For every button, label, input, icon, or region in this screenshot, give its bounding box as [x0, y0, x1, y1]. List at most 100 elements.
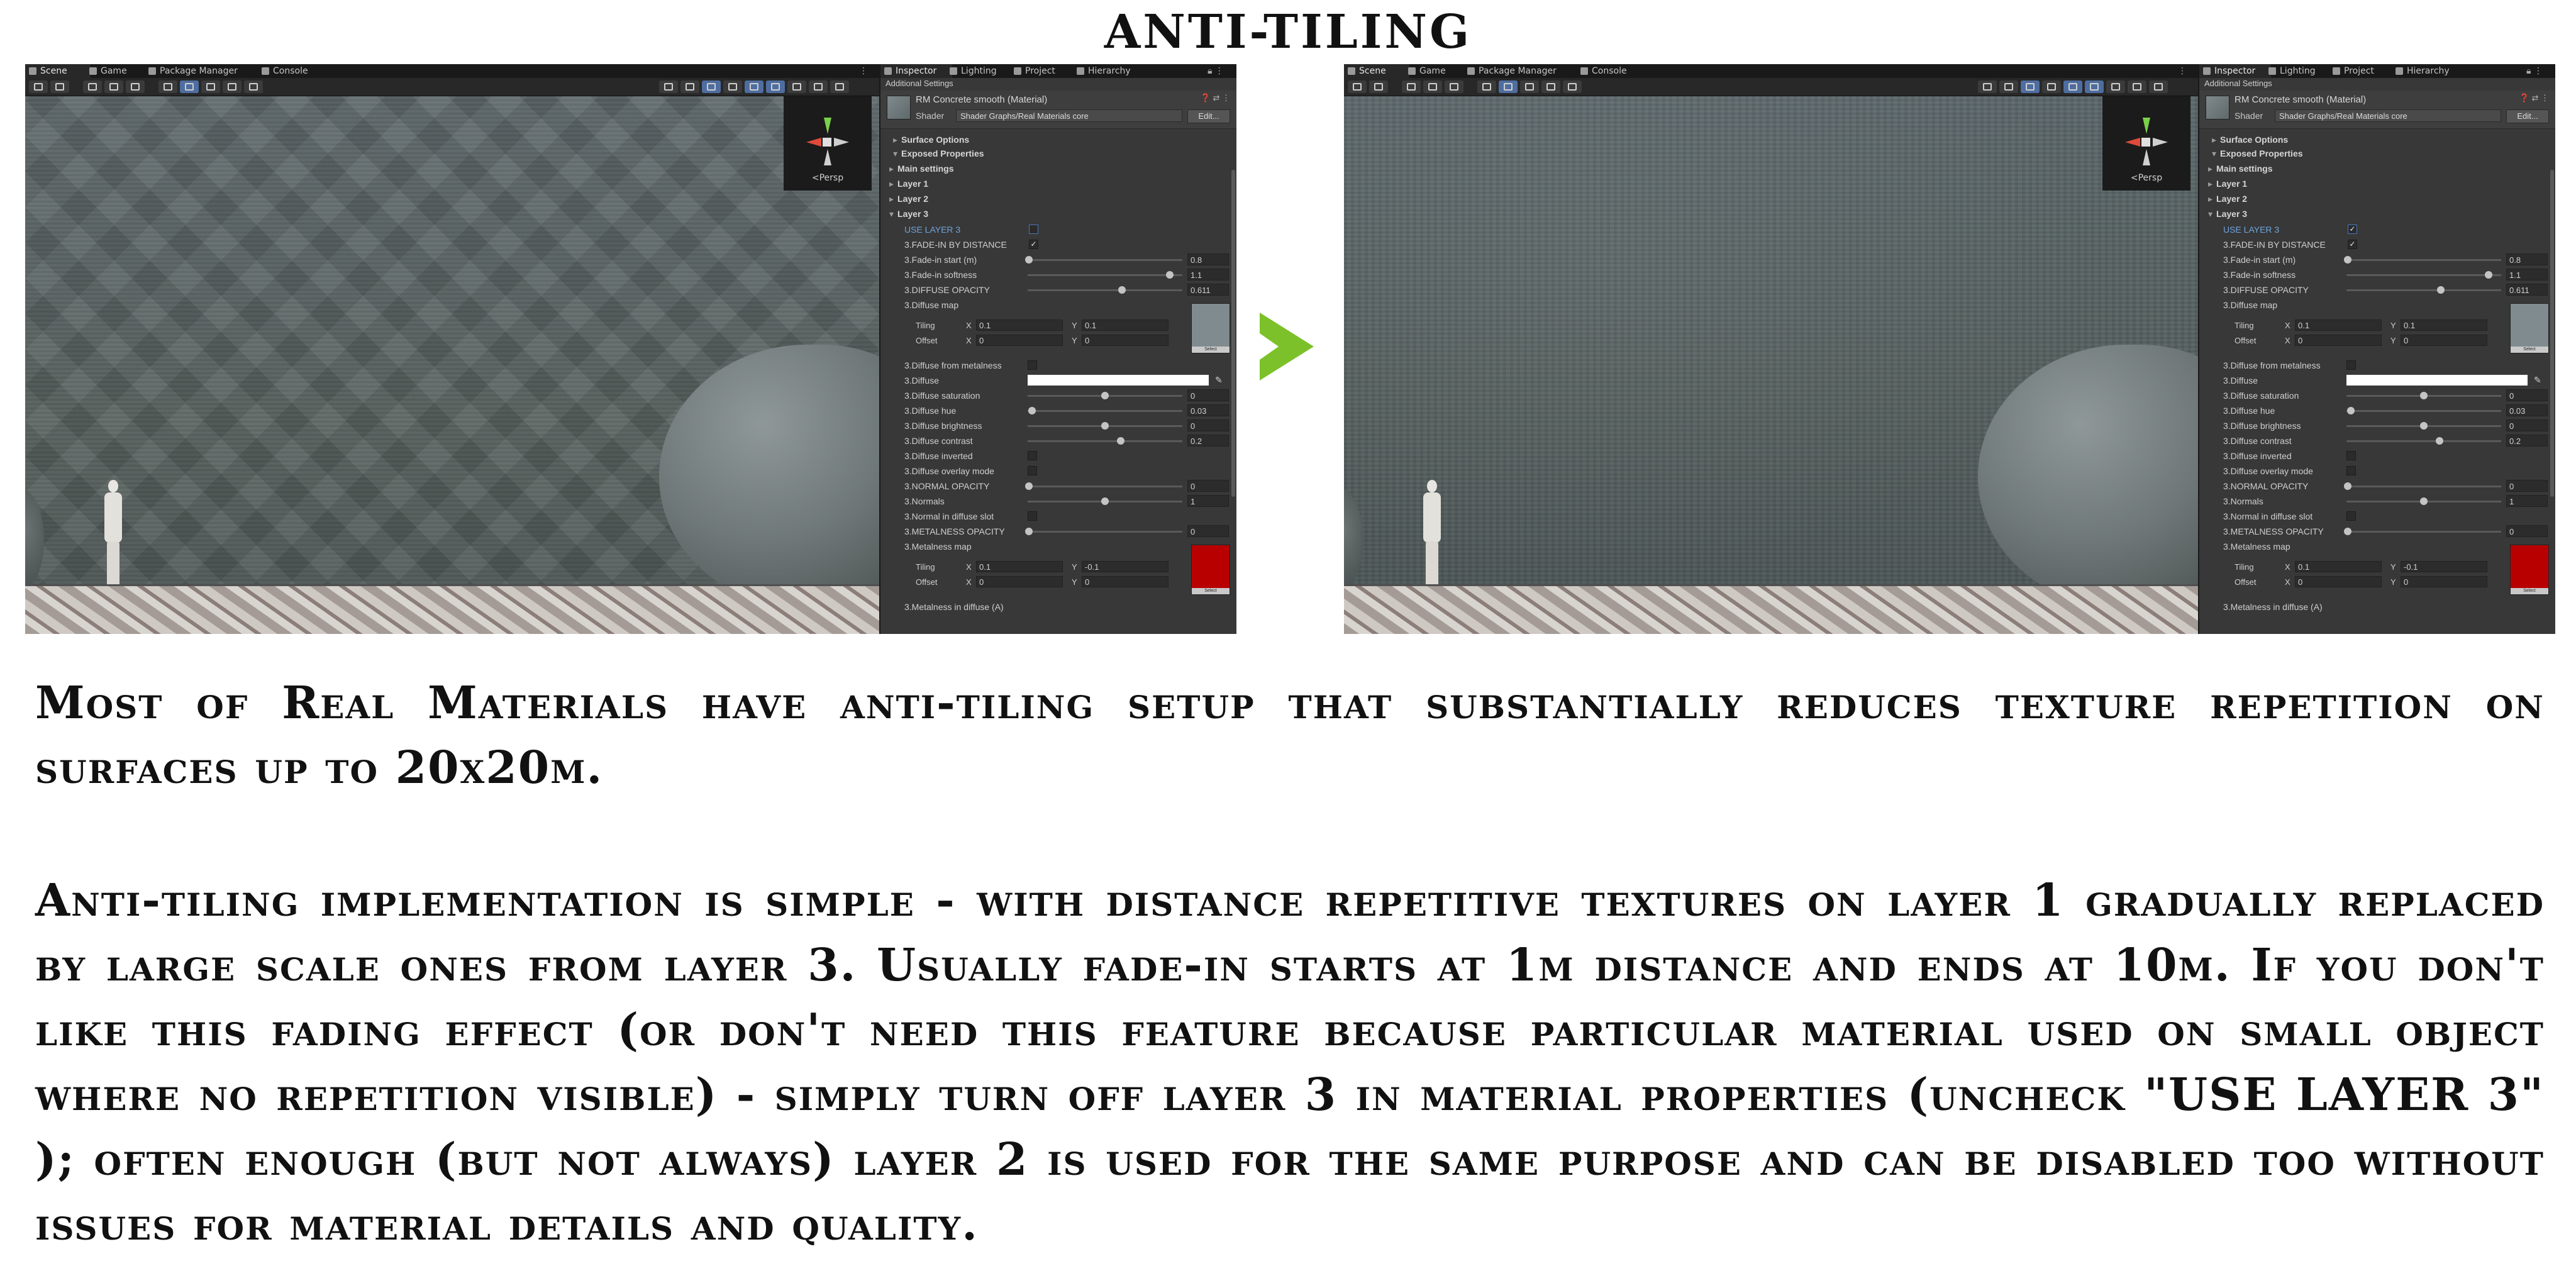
hidden-objects-icon[interactable] [766, 80, 785, 93]
audio-toggle-icon[interactable] [2042, 80, 2061, 93]
diffuse-brightness-field[interactable]: 0 [2506, 419, 2548, 431]
offset-y-field[interactable]: 0 [2401, 335, 2487, 346]
normal-opacity-slider[interactable] [1025, 482, 1182, 490]
tab-project[interactable]: Project [2329, 64, 2374, 78]
group-layer2[interactable]: Layer 2 [2208, 194, 2247, 204]
audio-toggle-icon[interactable] [723, 80, 742, 93]
metal-offset-y-field[interactable]: 0 [1082, 576, 1169, 587]
group-exposed-properties[interactable]: Exposed Properties [893, 148, 984, 159]
hand-tool-icon[interactable] [1477, 80, 1496, 93]
eyedropper-icon[interactable]: ✎ [1215, 375, 1223, 386]
inspector-scrollbar[interactable] [2550, 170, 2554, 497]
shading-mode-icon[interactable] [1978, 80, 1997, 93]
x-axis-icon[interactable] [2125, 138, 2140, 147]
scene-viewport[interactable]: <Persp [1344, 96, 2198, 634]
diffuse-hue-slider[interactable] [2346, 407, 2501, 414]
fade-softness-slider[interactable] [2346, 271, 2501, 279]
diffuse-overlay-checkbox[interactable] [2346, 466, 2356, 475]
group-surface-options[interactable]: Surface Options [2212, 135, 2288, 145]
fade-softness-slider[interactable] [1028, 271, 1182, 279]
fade-start-slider[interactable] [1025, 256, 1182, 264]
normals-field[interactable]: 1 [1187, 495, 1229, 507]
metalness-opacity-field[interactable]: 0 [2506, 525, 2548, 537]
diffuse-brightness-slider[interactable] [1028, 422, 1182, 430]
lighting-toggle-icon[interactable] [2021, 80, 2040, 93]
fade-start-field[interactable]: 0.8 [2506, 253, 2548, 265]
y-axis-icon[interactable] [2143, 118, 2150, 134]
group-main-settings[interactable]: Main settings [2208, 164, 2272, 174]
diffuse-hue-field[interactable]: 0.03 [2506, 404, 2548, 416]
tab-inspector[interactable]: Inspector [2199, 64, 2271, 78]
fade-start-slider[interactable] [2344, 256, 2501, 264]
diffuse-from-metalness-checkbox[interactable] [1028, 360, 1037, 370]
lock-icon[interactable]: 🔒︎ ⋮ [2526, 64, 2543, 78]
z-axis-icon[interactable] [2153, 138, 2168, 147]
group-layer1[interactable]: Layer 1 [889, 179, 928, 189]
diffuse-opacity-field[interactable]: 0.611 [2506, 284, 2548, 296]
increment-icon[interactable] [1445, 80, 1463, 93]
rect-tool-icon[interactable] [1563, 80, 1582, 93]
snap-icon[interactable] [104, 80, 123, 93]
offset-y-field[interactable]: 0 [1082, 335, 1169, 346]
tab-lighting[interactable]: Lighting [2265, 64, 2316, 78]
diffuse-opacity-slider[interactable] [2346, 286, 2501, 294]
metal-offset-y-field[interactable]: 0 [2401, 576, 2487, 587]
gizmos-icon[interactable] [2128, 80, 2146, 93]
x-axis-icon[interactable] [806, 138, 821, 147]
normals-field[interactable]: 1 [2506, 495, 2548, 507]
scene-viewport[interactable]: <Persp [25, 96, 879, 634]
metalness-opacity-field[interactable]: 0 [1187, 525, 1229, 537]
diffuse-saturation-field[interactable]: 0 [1187, 389, 1229, 401]
metal-offset-x-field[interactable]: 0 [976, 576, 1063, 587]
normals-slider[interactable] [2346, 497, 2501, 505]
y-axis-icon[interactable] [824, 118, 831, 134]
snap-icon[interactable] [1423, 80, 1442, 93]
group-layer2[interactable]: Layer 2 [889, 194, 928, 204]
effects-toggle-icon[interactable] [2063, 80, 2082, 93]
search-icon[interactable] [2149, 80, 2168, 93]
search-icon[interactable] [830, 80, 849, 93]
diffuse-brightness-field[interactable]: 0 [1187, 419, 1229, 431]
tab-game[interactable]: Game [86, 64, 127, 78]
fade-checkbox[interactable]: ✓ [2348, 240, 2357, 249]
2d-toggle-icon[interactable] [1999, 80, 2018, 93]
increment-icon[interactable] [126, 80, 145, 93]
down-axis-icon[interactable] [2143, 149, 2150, 165]
effects-toggle-icon[interactable] [745, 80, 763, 93]
normals-slider[interactable] [1028, 497, 1182, 505]
group-layer3[interactable]: Layer 3 [889, 209, 928, 219]
gizmo-cube-icon[interactable] [2141, 138, 2150, 147]
tab-inspector[interactable]: Inspector [880, 64, 952, 78]
diffuse-opacity-field[interactable]: 0.611 [1187, 284, 1229, 296]
tab-package-manager[interactable]: Package Manager [145, 64, 238, 78]
metal-tiling-y-field[interactable]: -0.1 [1082, 561, 1169, 572]
group-surface-options[interactable]: Surface Options [893, 135, 969, 145]
normal-opacity-field[interactable]: 0 [2506, 480, 2548, 492]
diffuse-inverted-checkbox[interactable] [2346, 451, 2356, 460]
metalness-opacity-slider[interactable] [2344, 528, 2501, 535]
diffuse-opacity-slider[interactable] [1028, 286, 1182, 294]
fade-softness-field[interactable]: 1.1 [2506, 269, 2548, 280]
z-axis-icon[interactable] [834, 138, 849, 147]
diffuse-inverted-checkbox[interactable] [1028, 451, 1037, 460]
hidden-objects-icon[interactable] [2085, 80, 2104, 93]
header-icons[interactable]: ❓ ⇄ ⋮ [2519, 93, 2549, 103]
gizmo-cube-icon[interactable] [823, 138, 831, 147]
down-axis-icon[interactable] [824, 149, 831, 165]
shader-dropdown[interactable]: Shader Graphs/Real Materials core [2275, 109, 2501, 122]
scene-view-icon[interactable] [1348, 80, 1367, 93]
tiling-y-field[interactable]: 0.1 [1082, 319, 1169, 331]
persp-label[interactable]: <Persp [784, 173, 872, 183]
metalness-opacity-slider[interactable] [1025, 528, 1182, 535]
diffuse-contrast-slider[interactable] [1028, 437, 1182, 445]
metal-tiling-x-field[interactable]: 0.1 [976, 561, 1063, 572]
fade-softness-field[interactable]: 1.1 [1187, 269, 1229, 280]
fade-start-field[interactable]: 0.8 [1187, 253, 1229, 265]
diffuse-from-metalness-checkbox[interactable] [2346, 360, 2356, 370]
tiling-y-field[interactable]: 0.1 [2401, 319, 2487, 331]
orientation-gizmo[interactable]: <Persp [2102, 96, 2190, 191]
diffuse-brightness-slider[interactable] [2346, 422, 2501, 430]
camera-icon[interactable] [2106, 80, 2125, 93]
offset-x-field[interactable]: 0 [976, 335, 1063, 346]
tab-lighting[interactable]: Lighting [946, 64, 997, 78]
